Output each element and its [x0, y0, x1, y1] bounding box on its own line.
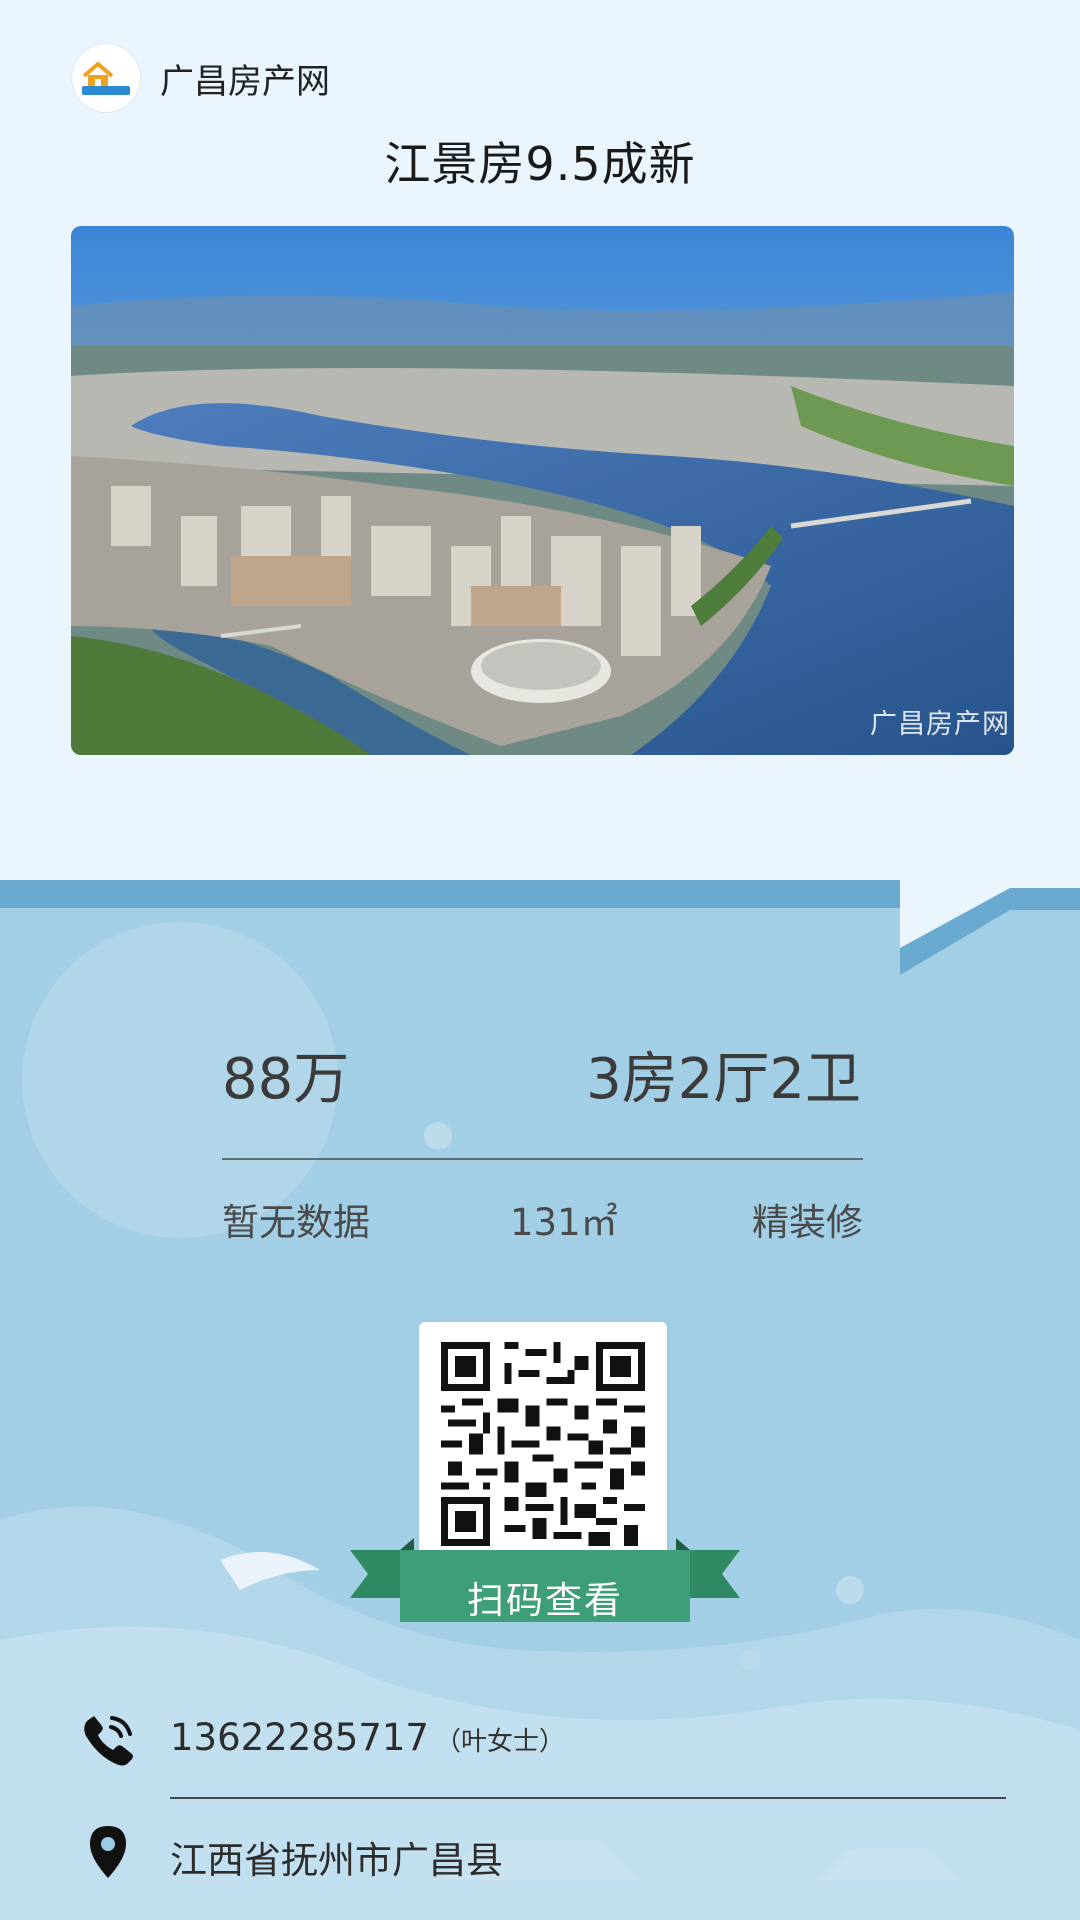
house-logo-icon: [82, 61, 130, 95]
phone-icon[interactable]: [80, 1712, 136, 1768]
stats-divider: [222, 1158, 863, 1160]
location-pin-icon: [90, 1826, 126, 1878]
area-value: 131㎡: [510, 1201, 618, 1244]
brand-header: 广昌房产网: [72, 44, 330, 112]
brand-name: 广昌房产网: [160, 61, 330, 102]
orientation-value: 暂无数据: [222, 1201, 370, 1244]
room-layout: 3房2厅2卫: [586, 1047, 861, 1112]
address: 江西省抚州市广昌县: [170, 1839, 503, 1882]
phone-line[interactable]: 13622285717 （叶女士）: [170, 1716, 565, 1759]
contact-divider: [170, 1797, 1006, 1799]
aerial-city-image: [71, 226, 1014, 755]
scan-to-view-label[interactable]: 扫码查看: [400, 1570, 690, 1624]
phone-number[interactable]: 13622285717: [170, 1716, 429, 1759]
contact-name: （叶女士）: [434, 1727, 565, 1757]
qr-code-icon: [441, 1342, 645, 1546]
qr-code-card[interactable]: [419, 1322, 667, 1568]
listing-title: 江景房9.5成新: [384, 137, 696, 191]
brand-logo: [72, 44, 140, 112]
price: 88万: [222, 1047, 350, 1112]
decoration-value: 精装修: [752, 1201, 863, 1244]
listing-photo: 广昌房产网: [71, 226, 1014, 755]
photo-watermark: 广昌房产网: [870, 709, 1010, 740]
